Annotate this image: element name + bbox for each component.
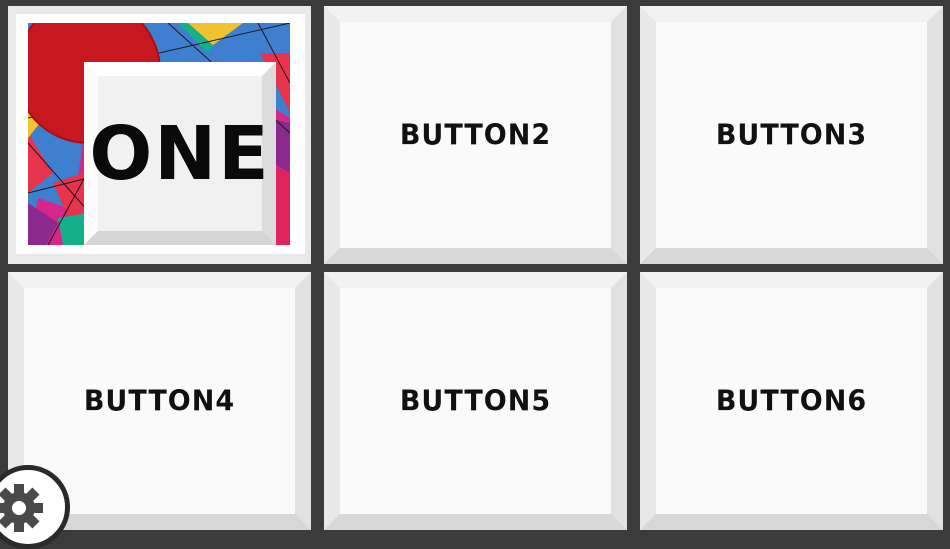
button-3-label: BUTTON3: [715, 118, 868, 152]
button-5[interactable]: BUTTON5: [324, 272, 627, 530]
button-6-label: BUTTON6: [715, 384, 868, 418]
button-5-label: BUTTON5: [399, 384, 552, 418]
button-one-label: ONE: [89, 110, 271, 197]
one-label-card: ONE: [84, 62, 276, 245]
button-2-label: BUTTON2: [399, 118, 552, 152]
button-2[interactable]: BUTTON2: [324, 6, 627, 264]
button-grid: ONE BUTTON2 BUTTON3 BUTTON4 BUTTON5 BUTT…: [0, 0, 950, 534]
button-3[interactable]: BUTTON3: [640, 6, 943, 264]
button-6[interactable]: BUTTON6: [640, 272, 943, 530]
button-4-label: BUTTON4: [83, 384, 236, 418]
gear-icon: [0, 484, 43, 532]
button-one-artwork: ONE: [28, 23, 290, 245]
